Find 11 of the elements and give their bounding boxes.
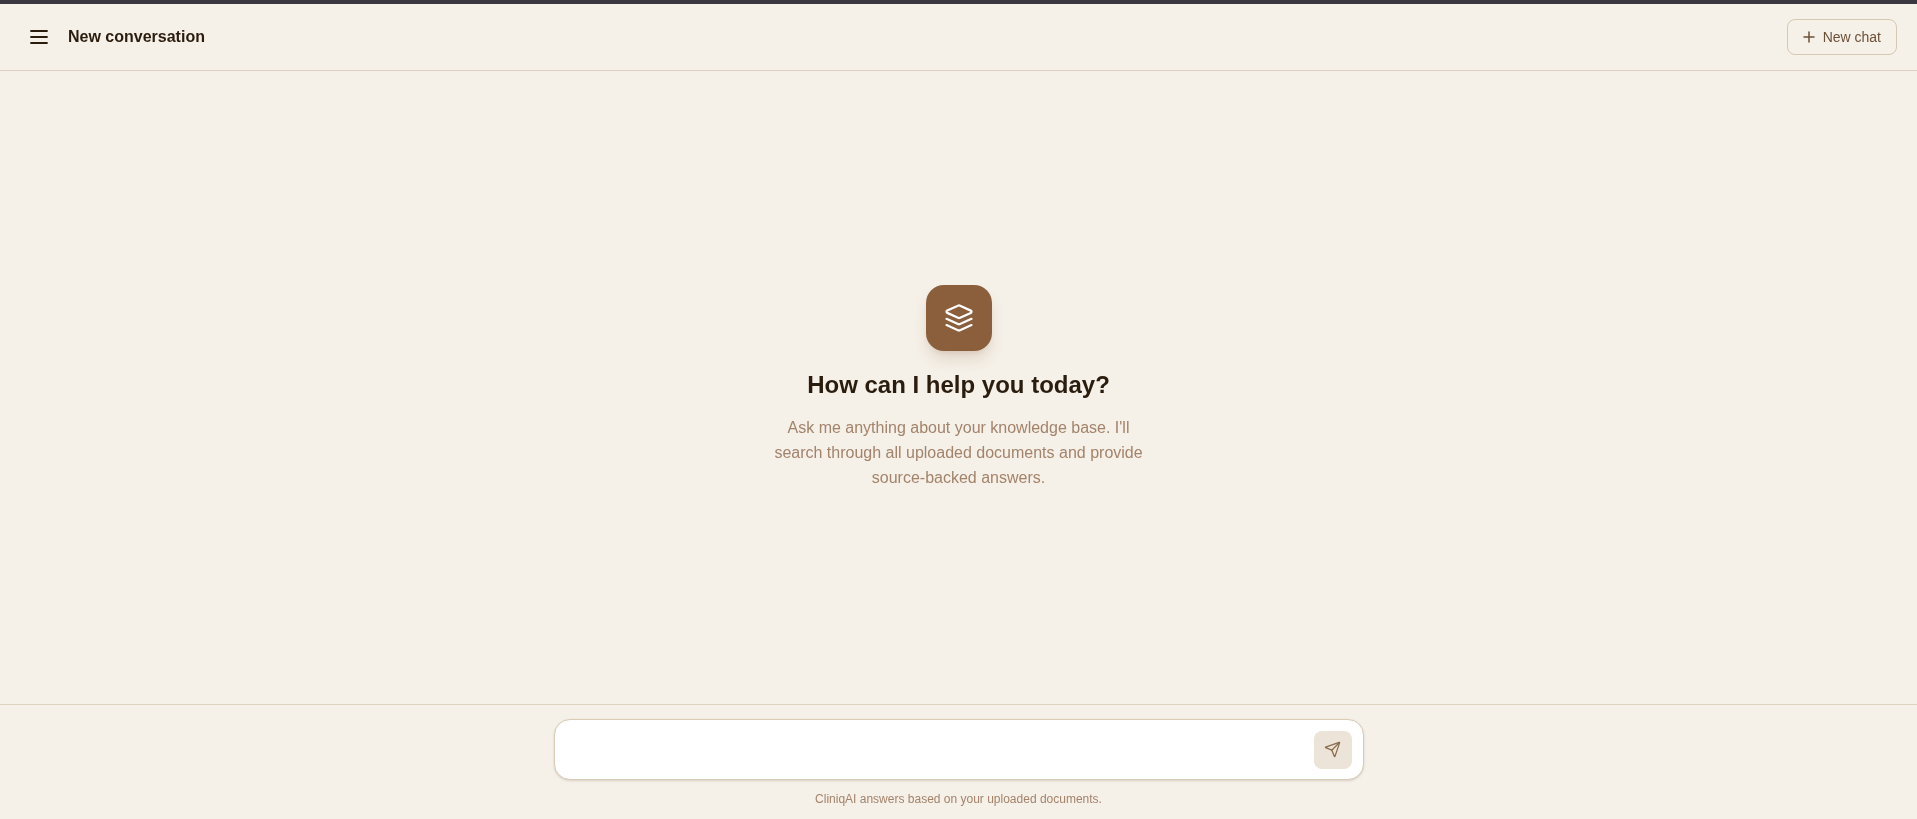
welcome-heading: How can I help you today? — [807, 370, 1110, 400]
send-button[interactable] — [1313, 730, 1352, 769]
new-chat-button[interactable]: New chat — [1786, 19, 1897, 55]
disclaimer-text: CliniqAI answers based on your uploaded documents. — [815, 791, 1102, 808]
plus-icon — [1802, 31, 1815, 43]
conversation-title: New conversation — [68, 27, 205, 47]
layers-icon — [925, 285, 992, 351]
welcome-text: Ask me anything about your knowledge base. I'll search through all uploaded documents and provide source-backed answers. — [773, 418, 1144, 488]
message-input-field[interactable] — [553, 719, 1364, 780]
menu-icon — [30, 30, 48, 44]
send-icon — [1324, 741, 1341, 758]
